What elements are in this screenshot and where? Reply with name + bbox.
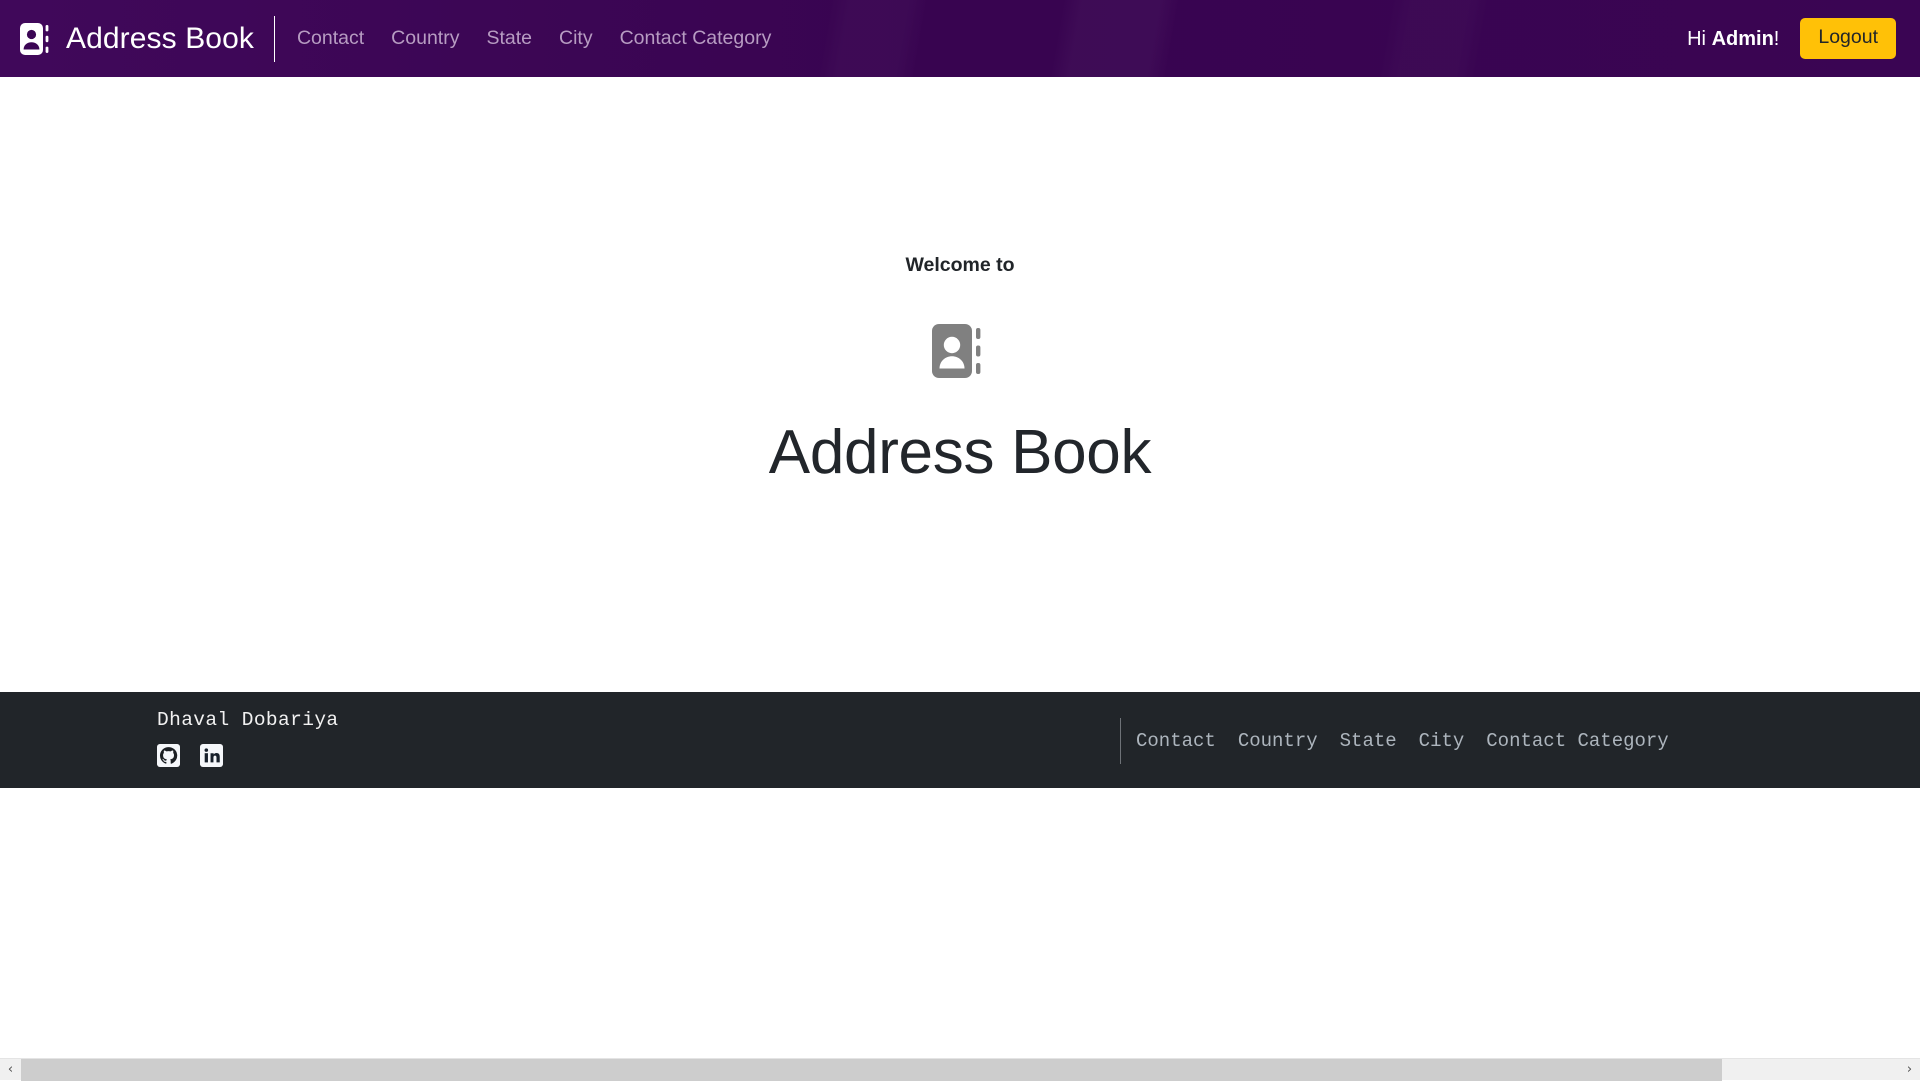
page-title: Address Book bbox=[769, 420, 1151, 485]
address-book-icon bbox=[18, 21, 54, 57]
user-greeting: Hi Admin! bbox=[1687, 29, 1779, 49]
footer-author-block: Dhaval Dobariya bbox=[157, 711, 339, 767]
page-background-area bbox=[0, 788, 1920, 1058]
horizontal-scrollbar[interactable]: ‹ › bbox=[0, 1058, 1920, 1080]
nav-item-country[interactable]: Country bbox=[391, 29, 459, 49]
footer-item-state[interactable]: State bbox=[1340, 732, 1397, 751]
primary-nav: Contact Country State City Contact Categ… bbox=[297, 29, 771, 49]
scrollbar-track[interactable] bbox=[21, 1059, 1899, 1081]
social-links bbox=[157, 744, 339, 767]
main-content: Welcome to Address Book bbox=[0, 77, 1920, 692]
greeting-suffix: ! bbox=[1774, 28, 1780, 50]
greeting-username: Admin bbox=[1712, 28, 1774, 50]
footer-item-contact[interactable]: Contact bbox=[1136, 732, 1216, 751]
logout-button[interactable]: Logout bbox=[1800, 18, 1896, 59]
footer-item-city[interactable]: City bbox=[1419, 732, 1465, 751]
footer-item-country[interactable]: Country bbox=[1238, 732, 1318, 751]
footer-nav: Contact Country State City Contact Categ… bbox=[1120, 718, 1669, 764]
navbar-right-group: Hi Admin! Logout bbox=[1687, 18, 1896, 59]
address-book-icon bbox=[929, 320, 991, 382]
author-name: Dhaval Dobariya bbox=[157, 711, 339, 731]
nav-item-state[interactable]: State bbox=[486, 29, 532, 49]
footer-links-group: Contact Country State City Contact Categ… bbox=[1136, 732, 1669, 751]
github-icon[interactable] bbox=[157, 744, 180, 767]
scrollbar-thumb[interactable] bbox=[21, 1059, 1722, 1081]
top-navbar: Address Book Contact Country State City … bbox=[0, 0, 1920, 77]
nav-item-contact-category[interactable]: Contact Category bbox=[620, 29, 772, 49]
greeting-prefix: Hi bbox=[1687, 28, 1711, 50]
brand-title: Address Book bbox=[66, 24, 254, 54]
nav-item-contact[interactable]: Contact bbox=[297, 29, 364, 49]
linkedin-icon[interactable] bbox=[200, 744, 223, 767]
scroll-left-arrow-icon[interactable]: ‹ bbox=[0, 1059, 21, 1081]
brand-divider bbox=[274, 16, 275, 62]
footer-divider bbox=[1120, 718, 1121, 764]
site-footer: Dhaval Dobariya Contact Country bbox=[0, 692, 1920, 788]
nav-item-city[interactable]: City bbox=[559, 29, 593, 49]
brand-logo-link[interactable]: Address Book bbox=[12, 21, 254, 57]
scroll-right-arrow-icon[interactable]: › bbox=[1899, 1059, 1920, 1081]
welcome-label: Welcome to bbox=[905, 256, 1014, 276]
footer-item-contact-category[interactable]: Contact Category bbox=[1486, 732, 1668, 751]
